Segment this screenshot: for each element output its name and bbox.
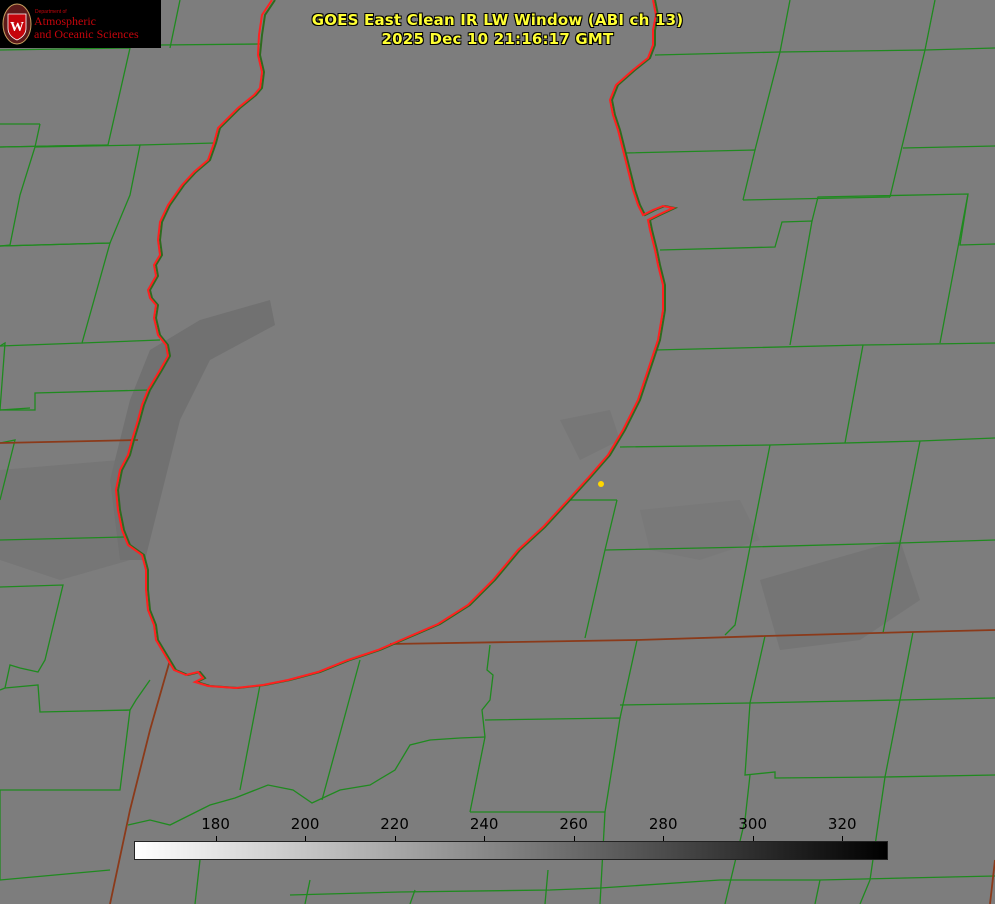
colorbar (134, 841, 888, 860)
colorbar-tick-mark (305, 836, 307, 841)
colorbar-tick-mark (842, 836, 844, 841)
colorbar-tick-mark (752, 836, 754, 841)
colorbar-tick-label: 280 (648, 815, 678, 833)
colorbar-tick-mark (573, 836, 575, 841)
colorbar-tick-label: 180 (201, 815, 230, 833)
image-timestamp: 2025 Dec 10 21:16:17 GMT (381, 30, 614, 48)
colorbar-tick-label: 320 (827, 815, 857, 833)
colorbar-tick-label: 300 (738, 815, 768, 833)
colorbar-tick-label: 220 (380, 815, 409, 833)
satellite-map (0, 0, 995, 904)
colorbar-tick-mark (215, 836, 217, 841)
colorbar-tick-label: 260 (559, 815, 588, 833)
colorbar-tick-mark (663, 836, 665, 841)
colorbar-tick-mark (484, 836, 486, 841)
colorbar-tick-label: 200 (290, 815, 320, 833)
image-title: GOES East Clean IR LW Window (ABI ch 13) (311, 11, 684, 29)
colorbar-tick-mark (394, 836, 396, 841)
colorbar-tick-label: 240 (469, 815, 499, 833)
location-marker (598, 481, 604, 487)
